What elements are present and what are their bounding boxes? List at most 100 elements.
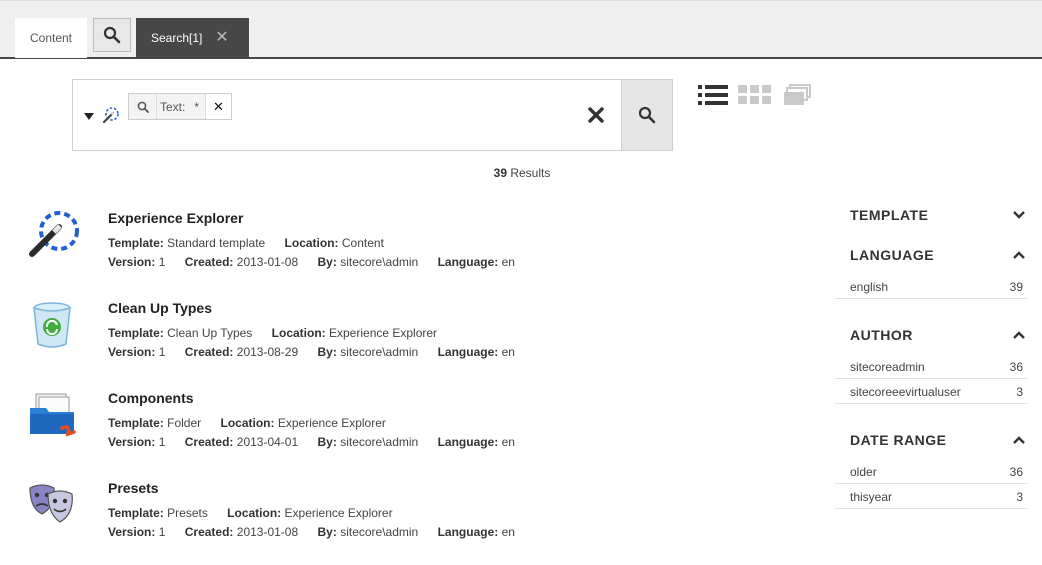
template-label: Template: xyxy=(108,416,164,430)
results-count-suffix: Results xyxy=(507,166,551,180)
language-label: Language: xyxy=(437,345,499,359)
template-value: Standard template xyxy=(167,236,266,250)
tile-view-icon[interactable] xyxy=(783,84,811,106)
created-label: Created: xyxy=(184,435,234,449)
location-label: Location: xyxy=(220,416,275,430)
new-search-tab-button[interactable] xyxy=(93,18,131,52)
facet-item-label: english xyxy=(850,280,889,294)
version-value: 1 xyxy=(158,435,166,449)
facet-item-english[interactable]: english 39 xyxy=(835,274,1028,299)
result-meta-row: Template: Standard template Location: Co… xyxy=(108,236,400,250)
result-title[interactable]: Presets xyxy=(108,480,159,496)
version-value: 1 xyxy=(158,345,166,359)
magic-wand-icon[interactable] xyxy=(102,106,120,124)
search-box: Text: * ✕ xyxy=(72,79,673,151)
facet-item-thisyear[interactable]: thisyear 3 xyxy=(835,484,1028,509)
tab-content-label: Content xyxy=(29,31,73,45)
version-label: Version: xyxy=(108,255,156,269)
magic-wand-icon xyxy=(29,211,79,257)
facet-item-count: 39 xyxy=(1009,280,1023,294)
facet-item-count: 36 xyxy=(1009,465,1023,479)
run-search-button[interactable] xyxy=(621,79,673,151)
list-view-icon[interactable] xyxy=(698,84,728,106)
result-item[interactable]: Presets Template: Presets Location: Expe… xyxy=(0,480,800,560)
facet-template-header[interactable]: TEMPLATE xyxy=(850,207,928,223)
chip-remove-button[interactable]: ✕ xyxy=(205,94,231,119)
grid-view-icon[interactable] xyxy=(738,84,772,106)
clear-search-button[interactable] xyxy=(586,104,606,126)
created-value: 2013-04-01 xyxy=(236,435,299,449)
language-label: Language: xyxy=(437,525,499,539)
close-tab-icon[interactable]: ✕ xyxy=(215,29,229,46)
language-label: Language: xyxy=(437,435,499,449)
tab-bar: Content Search[1] ✕ xyxy=(0,0,1042,59)
version-label: Version: xyxy=(108,525,156,539)
location-value: Experience Explorer xyxy=(284,506,393,520)
theater-masks-icon xyxy=(29,484,73,523)
facet-language-header[interactable]: LANGUAGE xyxy=(850,247,934,263)
facet-item-count: 3 xyxy=(1016,385,1023,399)
by-value: sitecore\admin xyxy=(340,525,419,539)
result-item[interactable]: Experience Explorer Template: Standard t… xyxy=(0,210,800,290)
caret-down-icon[interactable] xyxy=(83,110,95,122)
facet-item-label: sitecoreeevirtualuser xyxy=(850,385,961,399)
template-value: Folder xyxy=(167,416,202,430)
location-value: Experience Explorer xyxy=(329,326,438,340)
by-value: sitecore\admin xyxy=(340,435,419,449)
results-count: 39 Results xyxy=(472,166,572,180)
template-label: Template: xyxy=(108,506,164,520)
created-label: Created: xyxy=(184,525,234,539)
facet-author-header[interactable]: AUTHOR xyxy=(850,327,913,343)
results-count-number: 39 xyxy=(493,166,507,180)
location-label: Location: xyxy=(284,236,339,250)
template-value: Clean Up Types xyxy=(167,326,253,340)
version-value: 1 xyxy=(158,255,166,269)
version-label: Version: xyxy=(108,435,156,449)
result-title[interactable]: Components xyxy=(108,390,194,406)
by-value: sitecore\admin xyxy=(340,345,419,359)
facet-item-sitecoreeevirtualuser[interactable]: sitecoreeevirtualuser 3 xyxy=(835,379,1028,404)
result-title[interactable]: Experience Explorer xyxy=(108,210,243,226)
facet-item-label: sitecoreadmin xyxy=(850,360,925,374)
tab-content[interactable]: Content xyxy=(15,18,87,58)
version-label: Version: xyxy=(108,345,156,359)
result-item[interactable]: Components Template: Folder Location: Ex… xyxy=(0,390,800,470)
created-value: 2013-01-08 xyxy=(236,525,299,539)
result-meta-row: Template: Folder Location: Experience Ex… xyxy=(108,416,402,430)
chevron-up-icon[interactable] xyxy=(1012,250,1026,260)
language-value: en xyxy=(501,525,515,539)
chevron-up-icon[interactable] xyxy=(1012,435,1026,445)
chevron-down-icon[interactable] xyxy=(1012,210,1026,220)
by-value: sitecore\admin xyxy=(340,255,419,269)
version-value: 1 xyxy=(158,525,166,539)
by-label: By: xyxy=(317,435,337,449)
search-filter-chip[interactable]: Text: * ✕ xyxy=(128,93,232,120)
chip-value: * xyxy=(194,99,200,114)
by-label: By: xyxy=(317,345,337,359)
search-icon xyxy=(638,106,656,124)
result-title[interactable]: Clean Up Types xyxy=(108,300,212,316)
template-label: Template: xyxy=(108,236,164,250)
folder-icon xyxy=(30,393,76,437)
search-icon xyxy=(103,26,121,44)
facet-item-older[interactable]: older 36 xyxy=(835,459,1028,484)
location-value: Experience Explorer xyxy=(277,416,386,430)
created-value: 2013-01-08 xyxy=(236,255,299,269)
result-meta-row: Version: 1 Created: 2013-01-08 By: sitec… xyxy=(108,525,531,539)
location-label: Location: xyxy=(227,506,282,520)
chip-search-icon-wrap xyxy=(129,94,157,119)
search-icon xyxy=(137,101,149,113)
created-label: Created: xyxy=(184,345,234,359)
result-meta-row: Version: 1 Created: 2013-08-29 By: sitec… xyxy=(108,345,531,359)
language-label: Language: xyxy=(437,255,499,269)
language-value: en xyxy=(501,255,515,269)
created-label: Created: xyxy=(184,255,234,269)
chevron-up-icon[interactable] xyxy=(1012,330,1026,340)
template-value: Presets xyxy=(167,506,208,520)
recycle-bin-icon xyxy=(33,302,71,348)
result-meta-row: Template: Presets Location: Experience E… xyxy=(108,506,409,520)
facet-item-sitecoreadmin[interactable]: sitecoreadmin 36 xyxy=(835,354,1028,379)
result-item[interactable]: Clean Up Types Template: Clean Up Types … xyxy=(0,300,800,380)
facet-date-range-header[interactable]: DATE RANGE xyxy=(850,432,947,448)
tab-search-1[interactable]: Search[1] ✕ xyxy=(136,18,249,58)
